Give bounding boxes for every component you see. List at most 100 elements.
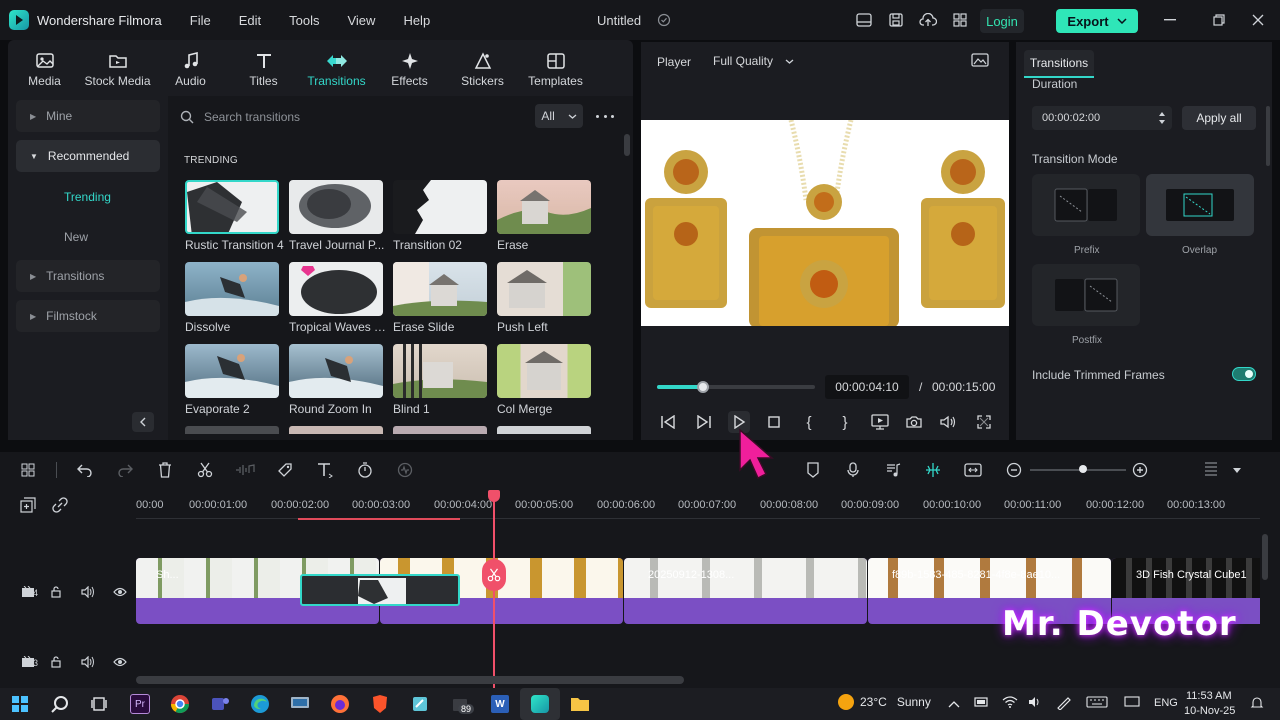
edge-icon[interactable] [240, 688, 280, 720]
chrome-icon[interactable] [160, 688, 200, 720]
tag-icon[interactable] [274, 459, 296, 481]
premiere-pro-icon[interactable]: Pr [120, 688, 160, 720]
layout-grid-icon[interactable] [17, 459, 39, 481]
more-options-icon[interactable] [596, 110, 614, 122]
transition-card[interactable] [185, 426, 279, 434]
language-indicator[interactable]: ENG [1154, 697, 1178, 709]
pen-icon[interactable] [1056, 696, 1072, 713]
remote-desktop-icon[interactable] [280, 688, 320, 720]
previous-frame-icon[interactable] [657, 411, 679, 433]
display-icon[interactable] [1124, 696, 1140, 711]
transition-card[interactable] [289, 426, 383, 434]
restore-icon[interactable] [1209, 10, 1229, 30]
transition-card[interactable]: Travel Journal P... [289, 180, 384, 252]
transition-card[interactable]: Erase [497, 180, 591, 252]
include-trimmed-toggle[interactable] [1232, 367, 1256, 381]
mark-out-icon[interactable]: } [834, 411, 856, 433]
mode-overlap-option[interactable] [1146, 174, 1254, 236]
snapshot-quality-icon[interactable] [971, 52, 989, 71]
chevron-down-icon[interactable] [1226, 459, 1248, 481]
split-scissors-icon[interactable] [194, 459, 216, 481]
tab-templates[interactable]: Templates [519, 42, 592, 96]
windows-start-icon[interactable] [0, 688, 40, 720]
eye-icon[interactable] [109, 581, 131, 603]
horizontal-scrollbar[interactable] [136, 676, 684, 684]
lock-icon[interactable] [45, 581, 67, 603]
layout-icon[interactable] [854, 10, 874, 30]
save-icon[interactable] [886, 10, 906, 30]
mode-prefix-option[interactable] [1032, 174, 1140, 236]
keyboard-icon[interactable] [1086, 696, 1108, 711]
filmora-taskbar-icon[interactable] [520, 688, 560, 720]
track-volume-icon[interactable] [77, 651, 99, 673]
close-icon[interactable] [1248, 10, 1268, 30]
transition-card[interactable]: Evaporate 2 [185, 344, 279, 416]
eye-icon[interactable] [109, 651, 131, 673]
mark-in-icon[interactable]: { [798, 411, 820, 433]
wifi-icon[interactable] [1002, 696, 1018, 711]
render-preview-icon[interactable] [869, 411, 891, 433]
fit-timeline-icon[interactable] [962, 459, 984, 481]
speed-timer-icon[interactable] [354, 459, 376, 481]
minimize-icon[interactable] [1160, 10, 1180, 30]
next-frame-icon[interactable] [693, 411, 715, 433]
clock-time[interactable]: 11:53 AM [1186, 690, 1232, 702]
chevron-up-icon[interactable] [948, 697, 960, 711]
microphone-icon[interactable] [842, 459, 864, 481]
stepper-icon[interactable] [1158, 111, 1166, 125]
clock-date[interactable]: 10-Nov-25 [1184, 705, 1235, 717]
notes-app-icon[interactable] [400, 688, 440, 720]
sidebar-item-filmstock[interactable]: ▶ Filmstock [16, 300, 160, 332]
transition-card[interactable]: Round Zoom In [289, 344, 383, 416]
tab-transitions[interactable]: Transitions [300, 42, 373, 96]
transition-card[interactable]: Tropical Waves T... [289, 262, 389, 334]
scrollbar[interactable] [1266, 106, 1270, 166]
tab-media[interactable]: Media [8, 42, 81, 96]
collapse-sidebar-button[interactable] [132, 412, 154, 432]
apps-grid-icon[interactable] [950, 10, 970, 30]
camera-icon[interactable] [903, 411, 925, 433]
notification-bell-icon[interactable] [1250, 696, 1264, 713]
audio-detach-icon[interactable] [234, 459, 256, 481]
playhead-handle[interactable] [488, 490, 500, 502]
timeline-clip[interactable]: 20250912-1308... [624, 558, 867, 624]
firefox-icon[interactable] [320, 688, 360, 720]
quality-dropdown[interactable]: Full Quality [705, 48, 802, 74]
speaker-icon[interactable] [1028, 696, 1044, 711]
menu-tools[interactable]: Tools [289, 13, 319, 28]
transition-card[interactable]: Col Merge [497, 344, 591, 416]
tab-transitions-properties[interactable]: Transitions [1024, 50, 1094, 78]
scrollbar[interactable] [624, 134, 630, 156]
login-button[interactable]: Login [980, 9, 1024, 33]
tab-stickers[interactable]: Stickers [446, 42, 519, 96]
menu-view[interactable]: View [347, 13, 375, 28]
vertical-scrollbar[interactable] [1262, 534, 1268, 580]
playback-progress-track[interactable] [657, 381, 815, 393]
menu-help[interactable]: Help [403, 13, 430, 28]
task-view-icon[interactable] [80, 688, 120, 720]
playhead-knob[interactable] [696, 381, 709, 393]
search-icon[interactable] [40, 688, 80, 720]
transition-card[interactable]: Rustic Transition 4 [185, 180, 284, 252]
delete-icon[interactable] [154, 459, 176, 481]
store-icon[interactable]: 89 [440, 688, 480, 720]
cloud-upload-icon[interactable] [918, 10, 938, 30]
preview-canvas[interactable] [641, 120, 1009, 326]
tab-stock-media[interactable]: Stock Media [81, 42, 154, 96]
marker-icon[interactable] [802, 459, 824, 481]
search-input[interactable]: Search transitions [204, 110, 300, 124]
sidebar-item-recommended[interactable]: ▼ Recommended [16, 140, 160, 172]
undo-icon[interactable] [74, 459, 96, 481]
sidebar-item-trending[interactable]: Trending [64, 190, 111, 204]
tab-titles[interactable]: Titles [227, 42, 300, 96]
redo-icon[interactable] [114, 459, 136, 481]
track-volume-icon[interactable] [77, 581, 99, 603]
transition-clip[interactable] [300, 574, 460, 606]
tab-audio[interactable]: Audio [154, 42, 227, 96]
audio-beat-icon[interactable] [882, 459, 904, 481]
mode-postfix-option[interactable] [1032, 264, 1140, 326]
apply-all-button[interactable]: Apply all [1182, 106, 1256, 130]
duration-field[interactable]: 00:00:02:00 [1032, 106, 1172, 130]
zoom-slider-track[interactable] [1030, 465, 1126, 473]
transition-card[interactable]: Blind 1 [393, 344, 487, 416]
